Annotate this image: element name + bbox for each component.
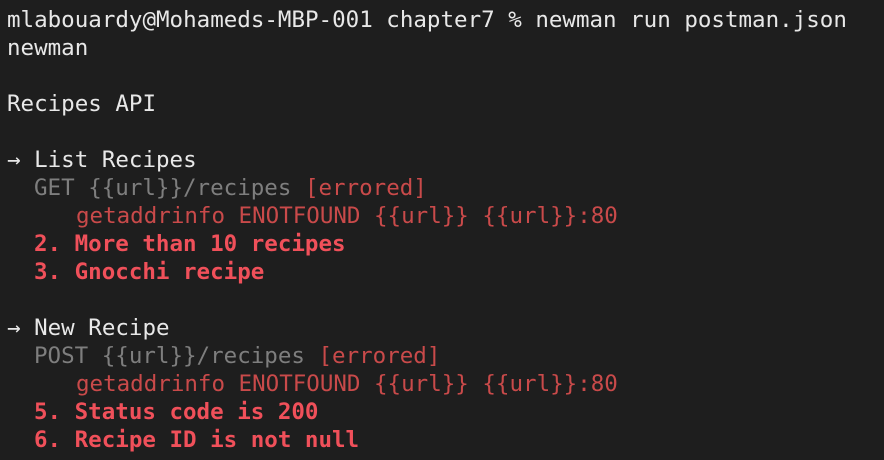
terminal-window[interactable]: mlabouardy@Mohameds-MBP-001 chapter7 % n… [0,0,884,460]
request-error: getaddrinfo ENOTFOUND {{url}} {{url}}:80 [76,203,618,229]
request-status: [errored] [304,175,427,201]
request-url: {{url}}/recipes [88,175,292,201]
request-url: {{url}}/recipes [101,343,305,369]
arrow-icon: → [7,315,21,341]
request-header: → List Recipes [7,146,884,174]
failed-assertion: 5. Status code is 200 [34,399,319,425]
request-status: [errored] [318,343,441,369]
failed-assertion: 6. Recipe ID is not null [34,427,360,453]
tool-name: newman [7,35,89,61]
prompt-cwd: chapter7 [386,7,495,33]
collection-name: Recipes API [7,91,157,117]
request-line: POST {{url}}/recipes [errored] [7,342,884,370]
failed-assertion: 3. Gnocchi recipe [34,259,265,285]
request-line: GET {{url}}/recipes [errored] [7,174,884,202]
request-header: → New Recipe [7,314,884,342]
request-name: New Recipe [34,315,170,341]
request-name: List Recipes [34,147,197,173]
prompt-user-host: mlabouardy@Mohameds-MBP-001 [7,7,373,33]
command-prompt-line: mlabouardy@Mohameds-MBP-001 chapter7 % n… [7,6,884,34]
request-error: getaddrinfo ENOTFOUND {{url}} {{url}}:80 [76,371,618,397]
request-method: POST [34,343,89,369]
failed-assertion: 2. More than 10 recipes [34,231,346,257]
prompt-symbol: % [508,7,522,33]
arrow-icon: → [7,147,21,173]
command-text: newman run postman.json [535,7,847,33]
request-method: GET [34,175,75,201]
